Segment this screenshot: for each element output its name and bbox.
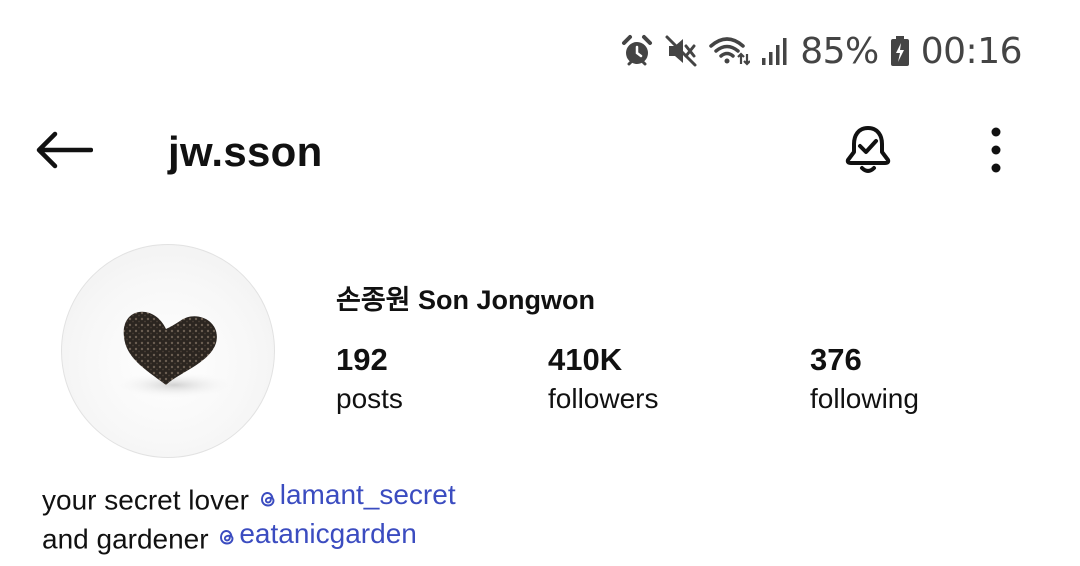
battery-percent: 85% [800, 30, 879, 72]
following-stat[interactable]: 376 following [810, 340, 919, 418]
wifi-icon [708, 34, 751, 68]
more-vertical-icon [989, 126, 1003, 179]
alarm-icon [620, 34, 654, 68]
mention-link-eatanicgarden[interactable]: eatanicgarden [216, 517, 417, 550]
posts-count: 192 [336, 342, 388, 377]
mention-link-lamant-secret[interactable]: lamant_secret [257, 478, 456, 511]
bio-line-2: and gardener eatanicgarden [42, 517, 456, 556]
notifications-button[interactable] [836, 120, 900, 184]
status-bar: 85% 00:16 [620, 22, 1023, 80]
username-title: jw.sson [168, 128, 323, 175]
back-arrow-icon [33, 130, 94, 175]
back-button[interactable] [30, 124, 96, 180]
posts-label: posts [336, 383, 403, 414]
more-options-button[interactable] [970, 120, 1022, 184]
clock: 00:16 [920, 30, 1023, 72]
threads-icon [216, 522, 238, 545]
bio-text-2: and gardener [42, 523, 217, 554]
mute-icon [664, 34, 698, 68]
signal-icon [760, 34, 790, 68]
followers-stat[interactable]: 410K followers [548, 340, 658, 418]
following-label: following [810, 383, 919, 414]
bio-text-1: your secret lover [42, 484, 257, 516]
bio-line-1: your secret lover lamant_secret [42, 478, 456, 517]
following-count: 376 [810, 342, 862, 377]
threads-icon [257, 484, 279, 506]
posts-stat[interactable]: 192 posts [336, 340, 403, 418]
mention-text-2: eatanicgarden [239, 517, 417, 549]
profile-header: jw.sson [0, 112, 1080, 192]
heart-truffle-image [110, 311, 238, 399]
followers-count: 410K [548, 342, 623, 377]
profile-avatar[interactable] [61, 244, 275, 458]
profile-bio: your secret lover lamant_secret and gard… [42, 478, 456, 555]
display-name: 손종원 Son Jongwon [336, 285, 595, 315]
battery-charging-icon [889, 34, 911, 68]
followers-label: followers [548, 383, 659, 414]
notification-bell-check-icon [840, 122, 896, 183]
mention-text-1: lamant_secret [279, 479, 456, 510]
